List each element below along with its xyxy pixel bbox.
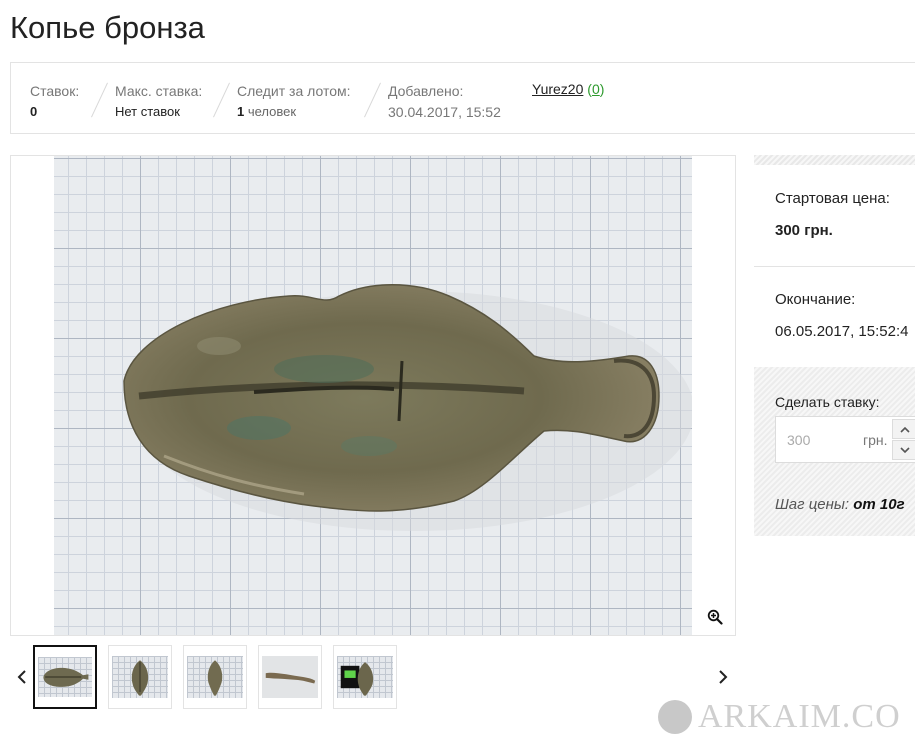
bid-sidebar: Стартовая цена: 300 грн. Окончание: 06.0… xyxy=(754,155,915,536)
chevron-left-icon[interactable] xyxy=(14,667,30,687)
seller-rating[interactable]: (0) xyxy=(587,81,604,97)
added-date: Добавлено: 30.04.2017, 15:52 xyxy=(388,81,501,122)
bid-label: Сделать ставку: xyxy=(775,394,880,410)
thumbnail-strip xyxy=(10,645,736,711)
bids-count: Ставок: 0 xyxy=(30,81,79,122)
watching-count: 1 xyxy=(237,104,245,119)
page-title: Копье бронза xyxy=(10,10,205,45)
price-step-value: от 10г xyxy=(853,496,905,513)
seller: Yurez20 (0) xyxy=(532,81,604,97)
end-label: Окончание: xyxy=(775,291,856,308)
seller-link[interactable]: Yurez20 xyxy=(532,81,583,97)
max-bid-label: Макс. ставка: xyxy=(115,83,203,99)
lot-info-bar: Ставок: 0 Макс. ставка: Нет ставок Следи… xyxy=(10,62,915,134)
watching-label: Следит за лотом: xyxy=(237,83,351,99)
thumbnail-image xyxy=(207,660,223,696)
thumbnail-image xyxy=(131,660,149,696)
end-value: 06.05.2017, 15:52:4 xyxy=(775,323,909,340)
thumbnail[interactable] xyxy=(258,645,322,709)
watermark-logo-icon xyxy=(658,700,692,734)
start-price-value: 300 грн. xyxy=(775,222,833,239)
divider xyxy=(91,82,108,118)
chevron-down-icon xyxy=(900,447,910,454)
chevron-right-icon[interactable] xyxy=(715,667,731,687)
main-photo-frame xyxy=(10,155,736,636)
bid-stepper[interactable] xyxy=(892,419,915,460)
thumbnail-image xyxy=(265,672,316,684)
max-bid-value: Нет ставок xyxy=(115,104,180,119)
divider xyxy=(754,266,915,267)
sidebar-top-strip xyxy=(754,155,915,165)
thumbnail-image xyxy=(340,662,374,696)
bid-input-value[interactable]: 300 xyxy=(787,432,810,448)
stepper-down-button[interactable] xyxy=(892,440,915,460)
bids-value: 0 xyxy=(30,104,38,119)
thumbnail[interactable] xyxy=(108,645,172,709)
bids-label: Ставок: xyxy=(30,83,80,99)
zoom-in-icon[interactable] xyxy=(707,609,723,625)
bid-currency: грн. xyxy=(863,432,888,448)
stepper-up-button[interactable] xyxy=(892,419,915,439)
bid-input[interactable]: 300 грн. xyxy=(775,416,915,463)
price-step: Шаг цены: от 10г xyxy=(775,496,905,513)
watching-unit: человек xyxy=(247,104,297,119)
chevron-up-icon xyxy=(900,426,910,433)
main-photo[interactable] xyxy=(54,156,692,635)
added-value: 30.04.2017, 15:52 xyxy=(388,104,501,120)
divider xyxy=(364,82,381,118)
start-price-label: Стартовая цена: xyxy=(775,190,890,207)
watermark: ARKAIM.CO xyxy=(658,699,908,735)
thumbnail[interactable] xyxy=(333,645,397,709)
bid-box: Сделать ставку: 300 грн. Шаг цены: от 10… xyxy=(754,367,915,536)
thumbnail[interactable] xyxy=(183,645,247,709)
max-bid: Макс. ставка: Нет ставок xyxy=(115,81,202,122)
added-label: Добавлено: xyxy=(388,83,464,99)
watching: Следит за лотом: 1 человек xyxy=(237,81,351,122)
spearhead-image xyxy=(123,284,692,531)
thumbnail-image xyxy=(43,667,89,687)
divider xyxy=(213,82,230,118)
thumbnail[interactable] xyxy=(33,645,97,709)
watermark-text: ARKAIM.CO xyxy=(698,698,901,735)
